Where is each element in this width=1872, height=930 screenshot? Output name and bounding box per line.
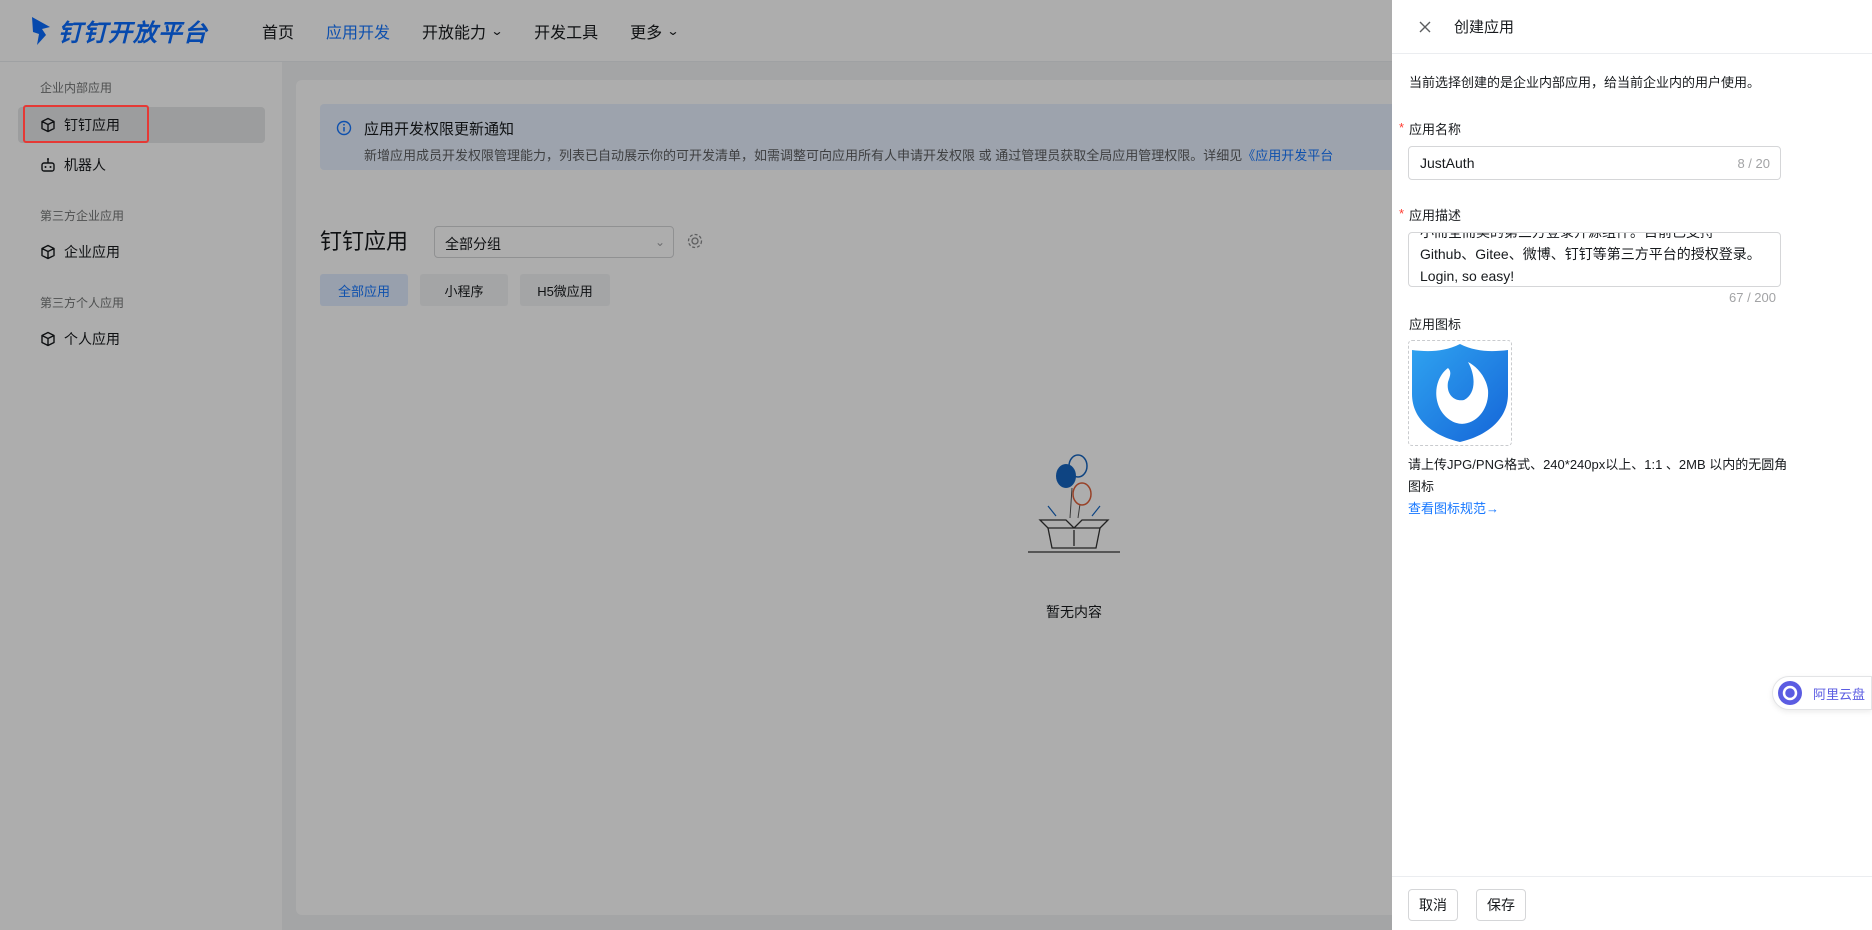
app-name-count: 8 / 20 — [1737, 156, 1770, 171]
modal-overlay[interactable] — [0, 0, 1392, 930]
cancel-button[interactable]: 取消 — [1408, 889, 1458, 921]
drawer-header: 创建应用 — [1392, 0, 1872, 54]
app-icon-label: 应用图标 — [1409, 317, 1462, 332]
drawer-intro: 当前选择创建的是企业内部应用，给当前企业内的用户使用。 — [1409, 75, 1761, 90]
save-label: 保存 — [1487, 897, 1515, 913]
drawer-title: 创建应用 — [1454, 19, 1515, 36]
icon-spec-link[interactable]: 查看图标规范→ — [1408, 498, 1499, 517]
desc-line: 小而全而美的第三方登录开源组件。目前已支持 — [1420, 232, 1714, 240]
aliyun-drive-icon — [1778, 681, 1802, 705]
app-name-input[interactable]: JustAuth 8 / 20 — [1408, 146, 1781, 180]
cancel-label: 取消 — [1419, 897, 1447, 913]
justauth-logo-icon — [1412, 344, 1508, 442]
app-icon-upload[interactable] — [1408, 340, 1512, 446]
aliyun-drive-label: 阿里云盘 — [1813, 686, 1866, 702]
drawer-footer: 取消 保存 — [1392, 876, 1872, 930]
aliyun-drive-widget[interactable]: 阿里云盘 — [1772, 676, 1872, 710]
app-desc-textarea[interactable]: 小而全而美的第三方登录开源组件。目前已支持 Github、Gitee、微博、钉钉… — [1408, 232, 1781, 287]
app-desc-label-text: 应用描述 — [1409, 208, 1462, 223]
create-app-drawer: 创建应用 当前选择创建的是企业内部应用，给当前企业内的用户使用。 * 应用名称 J… — [1392, 0, 1872, 930]
close-icon[interactable] — [1418, 20, 1432, 34]
icon-hint: 请上传JPG/PNG格式、240*240px以上、1:1 、2MB 以内的无圆角… — [1408, 457, 1788, 494]
app-name-value: JustAuth — [1420, 155, 1475, 171]
app-name-label: * 应用名称 — [1399, 119, 1462, 138]
highlight-annotation-box — [23, 105, 149, 143]
desc-line: Github、Gitee、微博、钉钉等第三方平台的授权登录。 — [1420, 246, 1761, 262]
save-button[interactable]: 保存 — [1476, 889, 1526, 921]
app-desc-count: 67 / 200 — [1729, 290, 1776, 305]
desc-line: Login, so easy! — [1420, 268, 1515, 284]
app-name-label-text: 应用名称 — [1409, 122, 1462, 137]
required-mark: * — [1399, 206, 1405, 221]
required-mark: * — [1399, 120, 1405, 135]
app-desc-label: * 应用描述 — [1399, 205, 1462, 224]
